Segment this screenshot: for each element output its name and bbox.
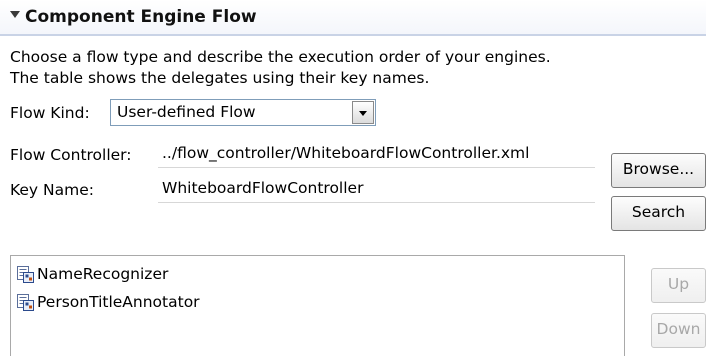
dropdown-button[interactable]	[352, 101, 374, 124]
section-title: Component Engine Flow	[25, 7, 257, 27]
delegates-list[interactable]: NameRecognizer PersonTitleAnnotator	[10, 255, 625, 356]
move-down-button[interactable]: Down	[651, 313, 706, 348]
move-up-button[interactable]: Up	[651, 268, 706, 303]
collapse-triangle-icon[interactable]	[10, 11, 20, 18]
flow-kind-selected-value: User-defined Flow	[117, 103, 256, 121]
section-header[interactable]: Component Engine Flow	[0, 0, 706, 36]
delegate-descriptor-icon	[17, 294, 34, 311]
description-line-1: Choose a flow type and describe the exec…	[10, 48, 551, 66]
chevron-down-icon	[359, 111, 367, 116]
flow-kind-select[interactable]: User-defined Flow	[110, 99, 376, 126]
description-line-2: The table shows the delegates using thei…	[10, 69, 430, 87]
key-name-field[interactable]: WhiteboardFlowController	[158, 175, 595, 203]
search-button[interactable]: Search	[611, 196, 706, 231]
delegate-descriptor-icon	[17, 266, 34, 283]
flow-controller-field[interactable]: ../flow_controller/WhiteboardFlowControl…	[158, 140, 595, 168]
flow-controller-label: Flow Controller:	[10, 146, 132, 164]
delegate-name: NameRecognizer	[37, 265, 169, 283]
key-name-label: Key Name:	[10, 181, 94, 199]
flow-kind-label: Flow Kind:	[10, 104, 90, 122]
delegate-name: PersonTitleAnnotator	[37, 293, 200, 311]
browse-button[interactable]: Browse...	[611, 153, 706, 188]
